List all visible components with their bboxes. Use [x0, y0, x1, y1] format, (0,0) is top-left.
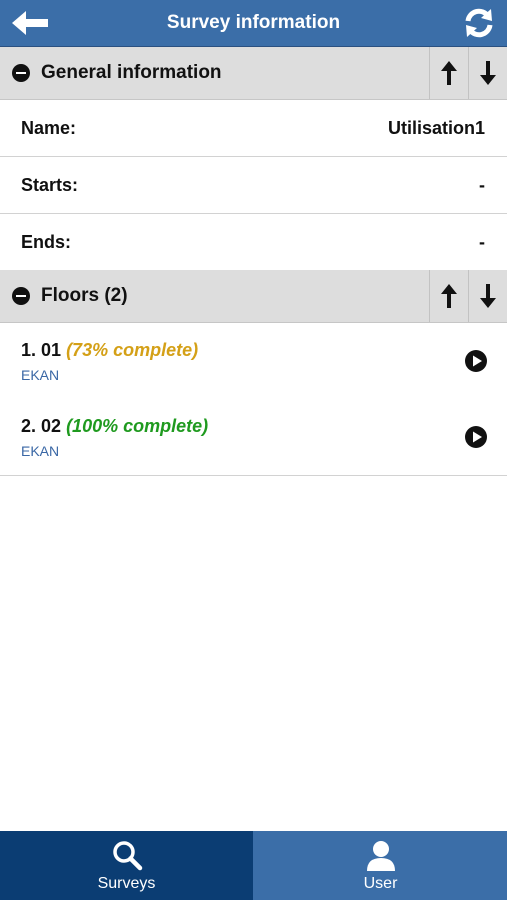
user-icon: [366, 841, 395, 871]
up-arrow-icon: [441, 284, 457, 308]
general-information-header[interactable]: General information: [0, 47, 507, 100]
top-app-bar: Survey information: [0, 0, 507, 47]
info-value: Utilisation1: [387, 118, 485, 138]
floor-subtitle: EKAN: [21, 367, 60, 383]
floors-header[interactable]: Floors (2): [0, 270, 507, 323]
tab-user[interactable]: User: [254, 831, 507, 900]
move-down-button[interactable]: [468, 47, 507, 99]
play-circle-icon[interactable]: [465, 426, 487, 448]
collapse-minus-icon[interactable]: [12, 287, 30, 305]
floor-progress: (73% complete): [66, 340, 199, 360]
bottom-tab-bar: Surveys User: [0, 831, 507, 900]
collapse-minus-icon[interactable]: [12, 64, 30, 82]
down-arrow-icon: [480, 284, 496, 308]
floor-subtitle: EKAN: [21, 443, 60, 459]
section-title: General information: [41, 62, 222, 83]
floor-list-item[interactable]: 2. 02 (100% complete) EKAN: [0, 399, 507, 476]
refresh-icon: [465, 8, 493, 38]
info-row-ends: Ends: -: [0, 214, 507, 271]
info-value: -: [479, 232, 485, 252]
up-arrow-icon: [441, 61, 457, 85]
tab-surveys[interactable]: Surveys: [0, 831, 253, 900]
move-up-button[interactable]: [429, 47, 468, 99]
tab-label: Surveys: [97, 875, 156, 892]
refresh-button[interactable]: [463, 8, 495, 38]
down-arrow-icon: [480, 61, 496, 85]
info-value: -: [479, 175, 485, 195]
floor-number: 1. 01: [21, 340, 62, 360]
tab-label: User: [363, 875, 398, 892]
info-row-starts: Starts: -: [0, 157, 507, 214]
move-down-button[interactable]: [468, 270, 507, 322]
floor-list-item[interactable]: 1. 01 (73% complete) EKAN: [0, 323, 507, 400]
page-title: Survey information: [166, 12, 341, 33]
floor-progress: (100% complete): [66, 416, 209, 436]
section-title: Floors (2): [41, 285, 128, 306]
floor-number: 2. 02: [21, 416, 62, 436]
info-row-name: Name: Utilisation1: [0, 100, 507, 157]
play-circle-icon[interactable]: [465, 350, 487, 372]
search-icon: [112, 841, 142, 871]
info-label: Starts:: [21, 175, 79, 195]
info-label: Name:: [21, 118, 77, 138]
info-label: Ends:: [21, 232, 72, 252]
move-up-button[interactable]: [429, 270, 468, 322]
